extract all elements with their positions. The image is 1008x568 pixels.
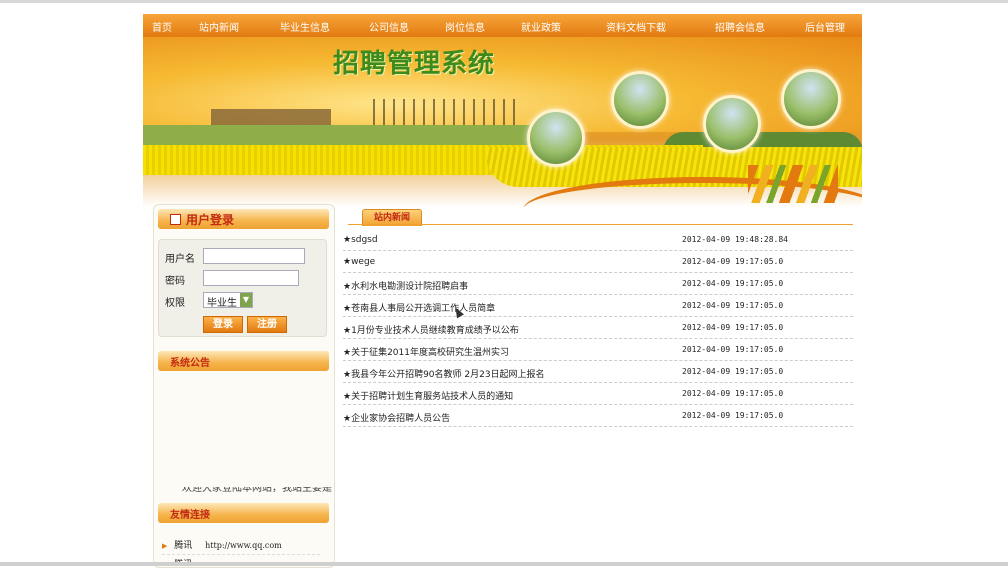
role-label: 权限 bbox=[165, 298, 185, 309]
main-nav: 首页 站内新闻 毕业生信息 公司信息 岗位信息 就业政策 资料文档下载 招聘会信… bbox=[143, 14, 862, 37]
friend-link[interactable]: ▶ 腾讯 http://www.qq.com bbox=[162, 538, 282, 551]
news-date: 2012-04-09 19:17:05.0 bbox=[682, 345, 784, 354]
news-date: 2012-04-09 19:17:05.0 bbox=[682, 301, 784, 310]
news-date: 2012-04-09 19:17:05.0 bbox=[682, 367, 784, 376]
login-icon bbox=[170, 214, 181, 225]
links-title: 友情连接 bbox=[170, 510, 210, 521]
news-item[interactable]: ★企业家协会招聘人员公告 2012-04-09 19:17:05.0 bbox=[343, 404, 853, 427]
notice-scroll-text: 欢迎大家登陆本网站，我站主要是 bbox=[182, 487, 332, 494]
news-date: 2012-04-09 19:17:05.0 bbox=[682, 411, 784, 420]
news-title[interactable]: ★苍南县人事局公开选调工作人员简章 bbox=[343, 301, 495, 314]
banner-stripes bbox=[748, 165, 838, 203]
news-item[interactable]: ★1月份专业技术人员继续教育成绩予以公布 2012-04-09 19:17:05… bbox=[343, 316, 853, 339]
login-box-header: 用户登录 bbox=[158, 209, 329, 229]
site-title: 招聘管理系统 bbox=[333, 49, 496, 79]
banner-green-field bbox=[143, 125, 563, 147]
nav-site-news[interactable]: 站内新闻 bbox=[199, 19, 239, 34]
news-date: 2012-04-09 19:17:05.0 bbox=[682, 257, 784, 266]
friend-link-url: http://www.qq.com bbox=[205, 541, 282, 550]
news-title[interactable]: ★关于征集2011年度高校研究生温州实习 bbox=[343, 345, 509, 358]
notice-box-header: 系统公告 bbox=[158, 351, 329, 371]
friend-link-name: 腾讯 bbox=[174, 541, 193, 551]
register-button[interactable]: 注册 bbox=[247, 316, 287, 333]
news-item[interactable]: ★我县今年公开招聘90名教师 2月23日起网上报名 2012-04-09 19:… bbox=[343, 360, 853, 383]
news-date: 2012-04-09 19:17:05.0 bbox=[682, 389, 784, 398]
top-border bbox=[0, 0, 1008, 3]
banner-photo-circle bbox=[527, 109, 585, 167]
banner-building bbox=[211, 109, 331, 125]
links-box-header: 友情连接 bbox=[158, 503, 329, 523]
news-title[interactable]: ★企业家协会招聘人员公告 bbox=[343, 411, 450, 424]
news-title[interactable]: ★水利水电勘测设计院招聘启事 bbox=[343, 279, 468, 292]
nav-company-info[interactable]: 公司信息 bbox=[369, 19, 409, 34]
banner-photo-circle bbox=[703, 95, 761, 153]
nav-employment-policy[interactable]: 就业政策 bbox=[521, 19, 561, 34]
arrow-right-icon: ▶ bbox=[162, 542, 168, 550]
news-item[interactable]: ★关于招聘计划生育服务站技术人员的通知 2012-04-09 19:17:05.… bbox=[343, 382, 853, 405]
news-title[interactable]: ★我县今年公开招聘90名教师 2月23日起网上报名 bbox=[343, 367, 545, 380]
nav-home[interactable]: 首页 bbox=[152, 19, 172, 34]
news-item[interactable]: ★水利水电勘测设计院招聘启事 2012-04-09 19:17:05.0 bbox=[343, 272, 853, 295]
login-form: 用户名 密码 权限 毕业生 ▼ 登录 注册 bbox=[158, 239, 327, 337]
news-title[interactable]: ★1月份专业技术人员继续教育成绩予以公布 bbox=[343, 323, 519, 336]
notice-title: 系统公告 bbox=[170, 358, 210, 369]
banner-trees bbox=[373, 99, 523, 127]
divider bbox=[162, 554, 320, 555]
news-item[interactable]: ★苍南县人事局公开选调工作人员简章 2012-04-09 19:17:05.0 bbox=[343, 294, 853, 317]
news-item[interactable]: ★关于征集2011年度高校研究生温州实习 2012-04-09 19:17:05… bbox=[343, 338, 853, 361]
banner-photo-circle bbox=[611, 71, 669, 129]
role-select[interactable]: 毕业生 ▼ bbox=[203, 292, 253, 309]
header-banner: 招聘管理系统 bbox=[143, 37, 862, 207]
news-title[interactable]: ★关于招聘计划生育服务站技术人员的通知 bbox=[343, 389, 513, 402]
chevron-down-icon: ▼ bbox=[240, 293, 252, 307]
news-title[interactable]: ★sdgsd bbox=[343, 235, 378, 245]
role-select-value: 毕业生 bbox=[207, 298, 237, 309]
news-divider bbox=[348, 224, 853, 225]
news-date: 2012-04-09 19:17:05.0 bbox=[682, 279, 784, 288]
nav-job-info[interactable]: 岗位信息 bbox=[445, 19, 485, 34]
nav-job-fair-info[interactable]: 招聘会信息 bbox=[715, 19, 765, 34]
login-button[interactable]: 登录 bbox=[203, 316, 243, 333]
username-label: 用户名 bbox=[165, 254, 195, 265]
username-input[interactable] bbox=[203, 248, 305, 264]
sidebar: 用户登录 用户名 密码 权限 毕业生 ▼ 登录 注册 系统公告 欢迎大家登陆本网… bbox=[153, 204, 335, 568]
news-title[interactable]: ★wege bbox=[343, 257, 375, 267]
nav-graduate-info[interactable]: 毕业生信息 bbox=[280, 19, 330, 34]
news-item[interactable]: ★wege 2012-04-09 19:17:05.0 bbox=[343, 250, 853, 273]
nav-document-download[interactable]: 资料文档下载 bbox=[606, 19, 666, 34]
login-title: 用户登录 bbox=[186, 213, 235, 227]
nav-admin[interactable]: 后台管理 bbox=[805, 19, 845, 34]
banner-photo-circle bbox=[781, 69, 841, 129]
password-input[interactable] bbox=[203, 270, 299, 286]
news-date: 2012-04-09 19:17:05.0 bbox=[682, 323, 784, 332]
bottom-border bbox=[0, 562, 1008, 566]
news-date: 2012-04-09 19:48:28.84 bbox=[682, 235, 788, 244]
news-item[interactable]: ★sdgsd 2012-04-09 19:48:28.84 bbox=[343, 228, 853, 251]
password-label: 密码 bbox=[165, 276, 185, 287]
